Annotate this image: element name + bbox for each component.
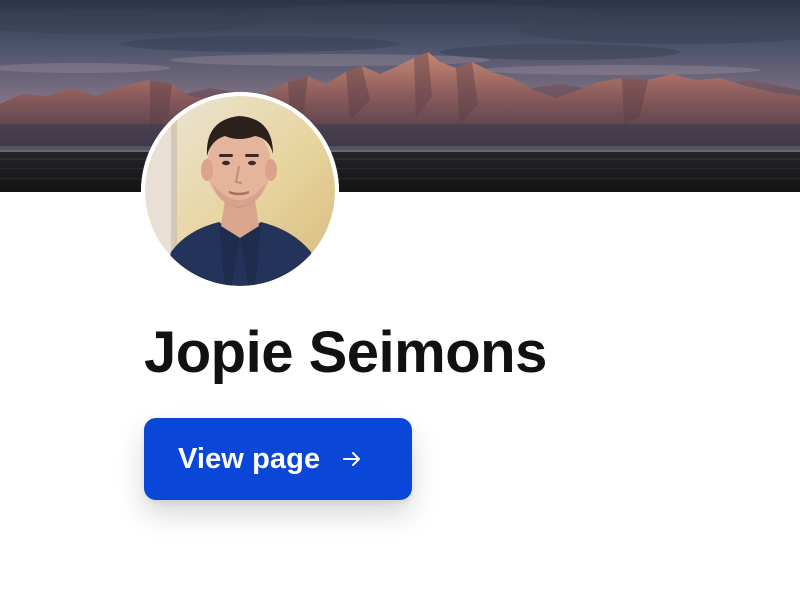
cover-image: [0, 0, 800, 192]
profile-card: Jopie Seimons View page: [0, 0, 800, 600]
view-page-button[interactable]: View page: [144, 418, 412, 500]
profile-photo-icon: [141, 92, 339, 290]
arrow-right-icon: [343, 452, 361, 466]
profile-name: Jopie Seimons: [144, 320, 547, 385]
avatar[interactable]: [141, 92, 339, 290]
view-page-label: View page: [178, 442, 321, 475]
